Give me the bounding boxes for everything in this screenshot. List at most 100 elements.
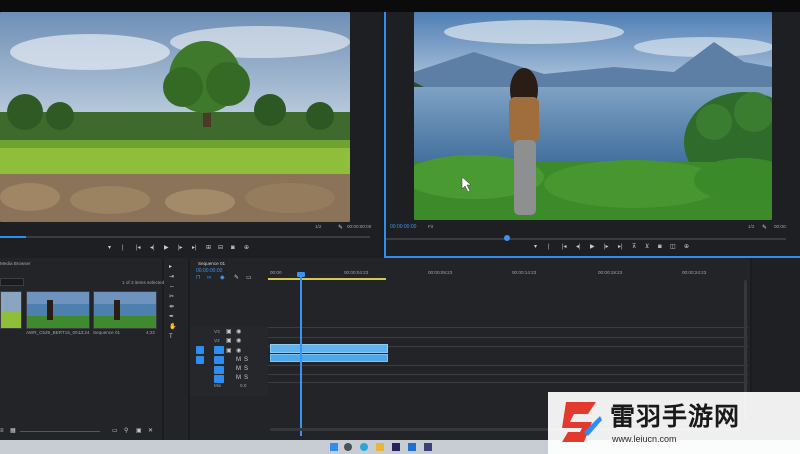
source-video-frame[interactable] — [0, 12, 350, 222]
source-playhead-bar — [0, 236, 26, 238]
clip-thumbnail-lake[interactable] — [26, 291, 90, 329]
source-scrubber[interactable] — [0, 236, 370, 238]
button-editor-icon[interactable]: ⊕ — [244, 245, 249, 251]
eye-icon[interactable]: ◉ — [236, 338, 241, 344]
mix-value[interactable]: 0.0 — [240, 383, 246, 389]
pen-tool-icon[interactable]: ✒ — [169, 314, 174, 320]
sequence-thumbnail[interactable] — [93, 291, 157, 329]
new-item-icon[interactable]: ▣ — [136, 428, 142, 434]
go-to-out-icon[interactable]: ▸| — [192, 245, 197, 251]
ruler-label: 00:00 — [270, 270, 282, 275]
playhead-handle[interactable] — [297, 272, 305, 277]
icon-view-icon[interactable]: ▦ — [10, 428, 16, 434]
timeline-settings-icon[interactable]: ✎ — [234, 275, 239, 281]
source-monitor-panel: 1/2 ✎ 00:00:00:00 ▾ | |◂ ◂| ▶ |▸ ▸| ⊞ ⊟ … — [0, 12, 382, 258]
ruler-label: 00:00:14:23 — [512, 270, 537, 275]
lift-icon[interactable]: ⊼ — [632, 244, 636, 250]
video-clip-v1[interactable] — [270, 344, 388, 353]
play-icon[interactable]: ▶ — [164, 245, 169, 251]
mute-icon[interactable]: M — [236, 375, 241, 381]
mark-out-icon[interactable]: | — [548, 244, 550, 250]
search-icon[interactable]: ⚲ — [124, 428, 128, 434]
extract-icon[interactable]: ⊻ — [645, 244, 649, 250]
razor-tool-icon[interactable]: ✂ — [169, 294, 174, 300]
app-icon[interactable] — [424, 443, 432, 451]
add-marker-icon[interactable]: ◆ — [220, 275, 225, 281]
step-back-icon[interactable]: ◂| — [576, 244, 581, 250]
comparison-view-icon[interactable]: ◫ — [670, 244, 676, 250]
track-label-mix: Mix — [214, 383, 222, 388]
folder-icon[interactable]: ▭ — [112, 428, 118, 434]
browser-icon[interactable] — [360, 443, 368, 451]
captions-icon[interactable]: ▭ — [246, 275, 252, 281]
play-icon[interactable]: ▶ — [590, 244, 595, 250]
time-ruler[interactable]: 00:00 00:00:04:23 00:00:09:23 00:00:14:2… — [268, 266, 750, 282]
program-zoom[interactable]: 1/2 — [748, 224, 754, 230]
camera-icon[interactable]: ◙ — [231, 245, 235, 251]
go-to-in-icon[interactable]: |◂ — [562, 244, 567, 250]
start-icon[interactable] — [330, 443, 338, 451]
v1-track-target[interactable] — [214, 346, 224, 354]
program-scrubber[interactable] — [386, 238, 786, 240]
sequence-tab[interactable]: Sequence 01 — [198, 261, 225, 267]
step-forward-icon[interactable]: |▸ — [604, 244, 609, 250]
insert-icon[interactable]: ⊞ — [206, 245, 211, 251]
mute-icon[interactable]: M — [236, 357, 241, 363]
timeline-current-time: 00:00:00:00 — [196, 268, 223, 274]
linked-selection-icon[interactable]: ∞ — [207, 275, 211, 281]
ripple-edit-icon[interactable]: ⇔ — [169, 284, 175, 290]
step-back-icon[interactable]: ◂| — [150, 245, 155, 251]
overwrite-icon[interactable]: ⊟ — [218, 245, 223, 251]
hand-tool-icon[interactable]: ✋ — [169, 324, 176, 330]
mute-icon[interactable]: M — [236, 366, 241, 372]
go-to-in-icon[interactable]: |◂ — [136, 245, 141, 251]
eye-icon[interactable]: ◉ — [236, 348, 241, 354]
program-timecode: 00:00:00:00 — [390, 224, 417, 230]
settings-wrench-icon[interactable]: ✎ — [762, 224, 767, 231]
track-divider — [268, 337, 748, 338]
premiere-icon[interactable] — [392, 443, 400, 451]
mark-in-icon[interactable]: ▾ — [108, 245, 111, 251]
solo-icon[interactable]: S — [244, 366, 248, 372]
media-browser-title[interactable]: Media Browser — [0, 261, 31, 267]
mark-in-icon[interactable]: ▾ — [534, 244, 537, 250]
fit-dropdown[interactable]: Fit — [428, 224, 433, 230]
eye-icon[interactable]: ◉ — [236, 329, 241, 335]
media-search-box[interactable] — [0, 278, 24, 286]
lock-track-icon[interactable]: ▣ — [226, 348, 232, 354]
button-editor-icon[interactable]: ⊕ — [684, 244, 689, 250]
solo-icon[interactable]: S — [244, 357, 248, 363]
audio-clip-a1[interactable] — [270, 354, 388, 362]
lock-track-icon[interactable]: ▣ — [226, 338, 232, 344]
work-area-bar[interactable] — [268, 278, 386, 280]
playhead[interactable] — [300, 274, 302, 436]
program-video-frame[interactable] — [414, 12, 772, 220]
step-forward-icon[interactable]: |▸ — [178, 245, 183, 251]
slip-tool-icon[interactable]: ⇹ — [169, 304, 174, 310]
a3-track-target[interactable] — [214, 375, 224, 383]
tools-panel: ▸ ⇥ ⇔ ✂ ⇹ ✒ ✋ T — [164, 258, 188, 440]
program-playhead-handle[interactable] — [504, 235, 510, 241]
type-tool-icon[interactable]: T — [169, 334, 173, 340]
lock-track-icon[interactable]: ▣ — [226, 329, 232, 335]
solo-icon[interactable]: S — [244, 375, 248, 381]
wrench-icon[interactable]: ✎ — [338, 224, 343, 231]
v1-source-patch[interactable] — [196, 346, 204, 354]
selection-tool-icon[interactable]: ▸ — [169, 264, 172, 270]
track-select-icon[interactable]: ⇥ — [169, 274, 174, 280]
trash-icon[interactable]: ✕ — [148, 428, 153, 434]
source-zoom[interactable]: 1/2 — [315, 224, 321, 230]
zoom-slider[interactable] — [20, 431, 100, 432]
folder-icon[interactable] — [376, 443, 384, 451]
app-icon[interactable] — [408, 443, 416, 451]
a2-track-target[interactable] — [214, 366, 224, 374]
mark-out-icon[interactable]: | — [122, 245, 124, 251]
go-to-out-icon[interactable]: ▸| — [618, 244, 623, 250]
camera-icon[interactable]: ◙ — [658, 244, 662, 250]
snap-icon[interactable]: ⊓ — [196, 275, 201, 281]
search-icon[interactable] — [344, 443, 352, 451]
a1-source-patch[interactable] — [196, 356, 204, 364]
clip-thumbnail-field[interactable] — [0, 291, 22, 329]
a1-track-target[interactable] — [214, 356, 224, 364]
list-view-icon[interactable]: ≡ — [0, 428, 4, 434]
